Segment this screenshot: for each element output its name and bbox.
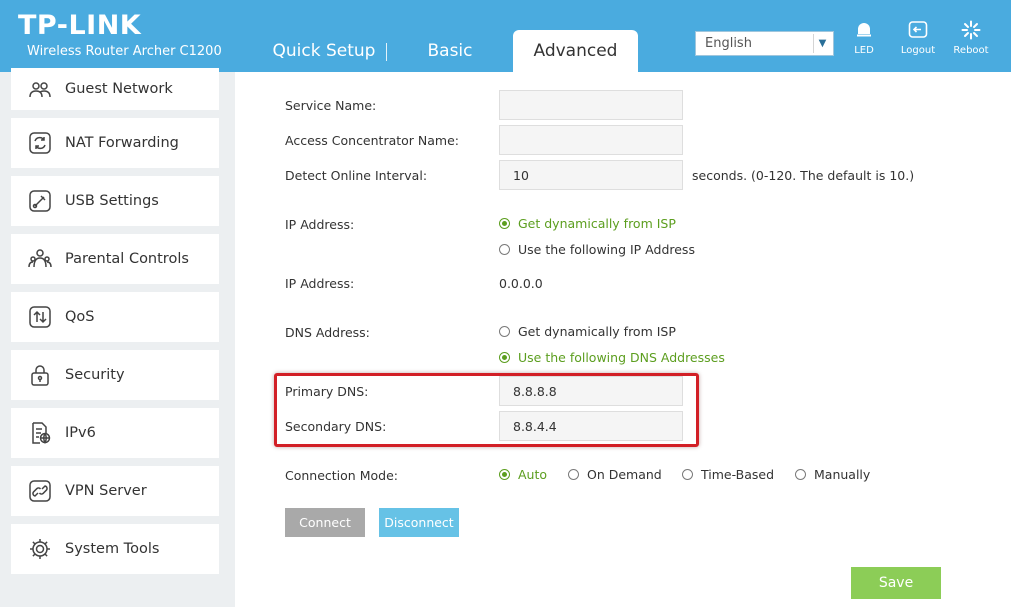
radio-label: Get dynamically from ISP (518, 216, 676, 231)
logout-label: Logout (900, 45, 936, 56)
reboot-icon (961, 20, 981, 40)
ip-address-value: 0.0.0.0 (499, 276, 543, 291)
sidebar-item-label: IPv6 (65, 425, 96, 441)
sidebar-item-guest-network[interactable]: Guest Network (11, 68, 219, 110)
tab-advanced[interactable]: Advanced (513, 30, 638, 72)
sidebar-item-label: Security (65, 367, 125, 383)
sidebar-item-vpn-server[interactable]: VPN Server (11, 466, 219, 516)
service-name-input[interactable] (499, 90, 683, 120)
radio-label: Get dynamically from ISP (518, 324, 676, 339)
lock-icon (27, 362, 53, 388)
save-button[interactable]: Save (851, 567, 941, 599)
disconnect-button[interactable]: Disconnect (379, 508, 459, 537)
tab-quick-setup[interactable]: Quick Setup (262, 30, 386, 72)
sidebar-item-label: VPN Server (65, 483, 147, 499)
sidebar-item-ipv6[interactable]: IPv6 (11, 408, 219, 458)
detect-interval-input[interactable]: 10 (499, 160, 683, 190)
detect-interval-hint: seconds. (0-120. The default is 10.) (692, 168, 915, 183)
radio-label: On Demand (587, 467, 662, 482)
chevron-down-icon: ▼ (813, 34, 831, 53)
connection-time-based-radio[interactable]: Time-Based (682, 467, 774, 482)
reboot-button[interactable]: Reboot (947, 20, 995, 56)
sidebar-item-label: System Tools (65, 541, 160, 557)
ip-dynamic-radio[interactable]: Get dynamically from ISP (499, 216, 676, 231)
radio-label: Time-Based (701, 467, 775, 482)
radio-circle (795, 469, 806, 480)
sidebar-item-system-tools[interactable]: System Tools (11, 524, 219, 574)
access-concentrator-input[interactable] (499, 125, 683, 155)
radio-circle (682, 469, 693, 480)
detect-interval-label: Detect Online Interval: (285, 168, 428, 183)
radio-circle (499, 244, 510, 255)
connect-button[interactable]: Connect (285, 508, 365, 537)
sidebar-item-parental-controls[interactable]: Parental Controls (11, 234, 219, 284)
ip-static-radio[interactable]: Use the following IP Address (499, 242, 695, 257)
logout-button[interactable]: Logout (894, 20, 942, 56)
usb-icon (27, 188, 53, 214)
dns-static-radio[interactable]: Use the following DNS Addresses (499, 350, 725, 365)
radio-label: Use the following IP Address (518, 242, 695, 257)
access-concentrator-label: Access Concentrator Name: (285, 133, 459, 148)
dns-address-label: DNS Address: (285, 325, 370, 340)
sidebar-item-usb-settings[interactable]: USB Settings (11, 176, 219, 226)
tab-basic[interactable]: Basic (394, 30, 506, 72)
connection-manually-radio[interactable]: Manually (795, 467, 870, 482)
ipv6-icon (27, 420, 53, 446)
ip-address-label: IP Address: (285, 276, 355, 291)
sidebar-item-label: USB Settings (65, 193, 159, 209)
qos-icon (27, 304, 53, 330)
led-button[interactable]: LED (840, 20, 888, 56)
reboot-label: Reboot (953, 45, 989, 56)
radio-circle (499, 326, 510, 337)
sidebar-item-label: Guest Network (65, 81, 173, 97)
sidebar-item-label: NAT Forwarding (65, 135, 179, 151)
logout-icon (908, 21, 928, 38)
service-name-label: Service Name: (285, 98, 377, 113)
gear-icon (27, 536, 53, 562)
radio-label: Use the following DNS Addresses (518, 350, 725, 365)
highlight-box (274, 373, 699, 447)
nat-forwarding-icon (27, 130, 53, 156)
brand-logo: TP-LINK (18, 10, 142, 41)
tab-divider (386, 43, 387, 61)
connection-auto-radio[interactable]: Auto (499, 467, 547, 482)
sidebar-item-label: QoS (65, 309, 95, 325)
ip-address-mode-label: IP Address: (285, 217, 355, 232)
connection-on-demand-radio[interactable]: On Demand (568, 467, 662, 482)
led-bell-icon (857, 23, 871, 37)
parental-controls-icon (27, 246, 53, 272)
top-header: TP-LINK Wireless Router Archer C1200 Qui… (0, 0, 1011, 72)
radio-circle (499, 469, 510, 480)
sidebar-item-security[interactable]: Security (11, 350, 219, 400)
radio-circle (499, 352, 510, 363)
guest-network-icon (27, 76, 53, 102)
radio-label: Manually (814, 467, 871, 482)
language-select[interactable]: English ▼ (695, 31, 834, 56)
connection-mode-label: Connection Mode: (285, 468, 398, 483)
radio-circle (568, 469, 579, 480)
sidebar-item-label: Parental Controls (65, 251, 189, 267)
radio-circle (499, 218, 510, 229)
language-value: English (705, 36, 752, 51)
sidebar-item-qos[interactable]: QoS (11, 292, 219, 342)
led-label: LED (854, 45, 874, 56)
router-model: Wireless Router Archer C1200 (27, 44, 222, 59)
sidebar-item-nat-forwarding[interactable]: NAT Forwarding (11, 118, 219, 168)
sidebar: Guest Network NAT Forwarding USB Setting… (0, 68, 235, 607)
vpn-icon (27, 478, 53, 504)
radio-label: Auto (518, 467, 548, 482)
dns-dynamic-radio[interactable]: Get dynamically from ISP (499, 324, 676, 339)
